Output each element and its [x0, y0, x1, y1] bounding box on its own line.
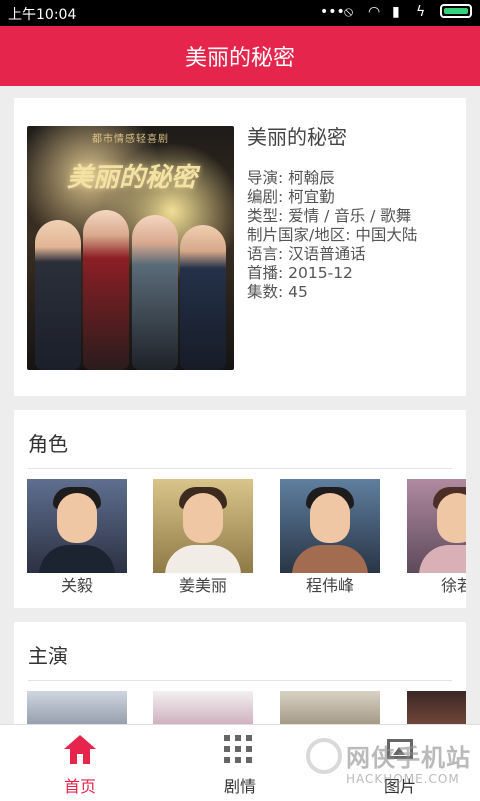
mute-icon: ⦸ [344, 4, 354, 20]
grid-icon-cell [235, 757, 241, 763]
watermark-logo-icon [306, 738, 342, 774]
watermark-sub-text: HACKHOME.COM [346, 772, 460, 786]
grid-icon-cell [235, 746, 241, 752]
status-icons: ••• ⦸ ◠ ▮ ϟ [320, 4, 472, 20]
grid-icon-cell [224, 735, 230, 741]
role-name: 关毅 [60, 576, 93, 595]
poster-person [83, 210, 130, 370]
role-photo-body [292, 545, 368, 573]
status-bar: 上午10:04 ••• ⦸ ◠ ▮ ϟ [0, 0, 480, 26]
grid-icon-cell [246, 757, 252, 763]
grid-icon-cell [235, 735, 241, 741]
poster-person [179, 225, 226, 370]
roles-title: 角色 [28, 432, 68, 456]
detail-writer: 编剧: 柯宜勤 [247, 188, 335, 206]
role-photo-face [310, 493, 350, 543]
app-bar: 美丽的秘密 [0, 26, 480, 86]
nav-home-label: 首页 [63, 777, 96, 796]
nav-home[interactable]: 首页 [0, 725, 160, 801]
more-dots-icon: ••• [320, 4, 345, 20]
cast-title: 主演 [28, 644, 68, 668]
grid-icon [224, 735, 256, 765]
wifi-icon: ◠ [368, 4, 381, 20]
drama-info-card: 都市情感轻喜剧 美丽的秘密 美丽的秘密 导演: 柯翰辰 编剧: 柯宜勤 类型: … [14, 98, 466, 396]
role-photo [407, 479, 466, 573]
detail-country: 制片国家/地区: 中国大陆 [247, 226, 418, 244]
battery-icon [440, 4, 472, 18]
section-divider [28, 468, 452, 469]
role-photo-body [165, 545, 241, 573]
role-photo [27, 479, 127, 573]
poster-person [131, 215, 178, 370]
poster-people [35, 200, 226, 370]
role-photo-body [419, 545, 466, 573]
drama-title: 美丽的秘密 [247, 125, 347, 149]
detail-premiere: 首播: 2015-12 [247, 264, 353, 282]
detail-episodes: 集数: 45 [247, 283, 308, 301]
poster-logo: 美丽的秘密 [66, 163, 197, 193]
role-item[interactable]: 关毅 [27, 479, 127, 599]
grid-icon-cell [224, 746, 230, 752]
role-photo [153, 479, 253, 573]
status-time: 上午10:04 [8, 7, 77, 23]
detail-genre: 类型: 爱情 / 音乐 / 歌舞 [247, 207, 412, 225]
poster-person [35, 220, 81, 370]
drama-details: 美丽的秘密 导演: 柯翰辰 编剧: 柯宜勤 类型: 爱情 / 音乐 / 歌舞 制… [247, 125, 457, 302]
detail-director: 导演: 柯翰辰 [247, 169, 335, 187]
role-name: 程伟峰 [305, 576, 354, 595]
roles-list[interactable]: 关毅 姜美丽 程伟峰 徐若 [27, 479, 466, 599]
role-name: 姜美丽 [178, 576, 227, 595]
grid-icon-cell [246, 735, 252, 741]
poster-banner: 都市情感轻喜剧 [92, 134, 169, 145]
role-item[interactable]: 程伟峰 [280, 479, 380, 599]
section-divider [28, 680, 452, 681]
watermark: 网侠手机站 HACKHOME.COM [300, 730, 480, 790]
home-icon [64, 735, 96, 765]
detail-language: 语言: 汉语普通话 [247, 245, 366, 263]
app-title: 美丽的秘密 [184, 46, 295, 71]
home-icon-roof [64, 735, 96, 749]
grid-icon-cell [224, 757, 230, 763]
nav-plot-label: 剧情 [223, 777, 256, 796]
cast-card: 主演 [14, 622, 466, 732]
role-photo-face [57, 493, 97, 543]
role-photo [280, 479, 380, 573]
role-item[interactable]: 姜美丽 [153, 479, 253, 599]
grid-icon-cell [246, 746, 252, 752]
watermark-main-text: 网侠手机站 [346, 744, 471, 772]
home-icon-door [77, 754, 83, 764]
role-photo-body [39, 545, 115, 573]
signal-icon: ▮ [392, 4, 400, 20]
charging-icon: ϟ [416, 4, 426, 20]
poster-image[interactable]: 都市情感轻喜剧 美丽的秘密 [27, 126, 234, 370]
role-photo-face [437, 493, 466, 543]
role-item[interactable]: 徐若 [407, 479, 466, 599]
role-photo-face [183, 493, 223, 543]
roles-card: 角色 关毅 姜美丽 程伟峰 徐若 [14, 410, 466, 608]
nav-plot[interactable]: 剧情 [160, 725, 320, 801]
role-name: 徐若 [440, 576, 466, 595]
